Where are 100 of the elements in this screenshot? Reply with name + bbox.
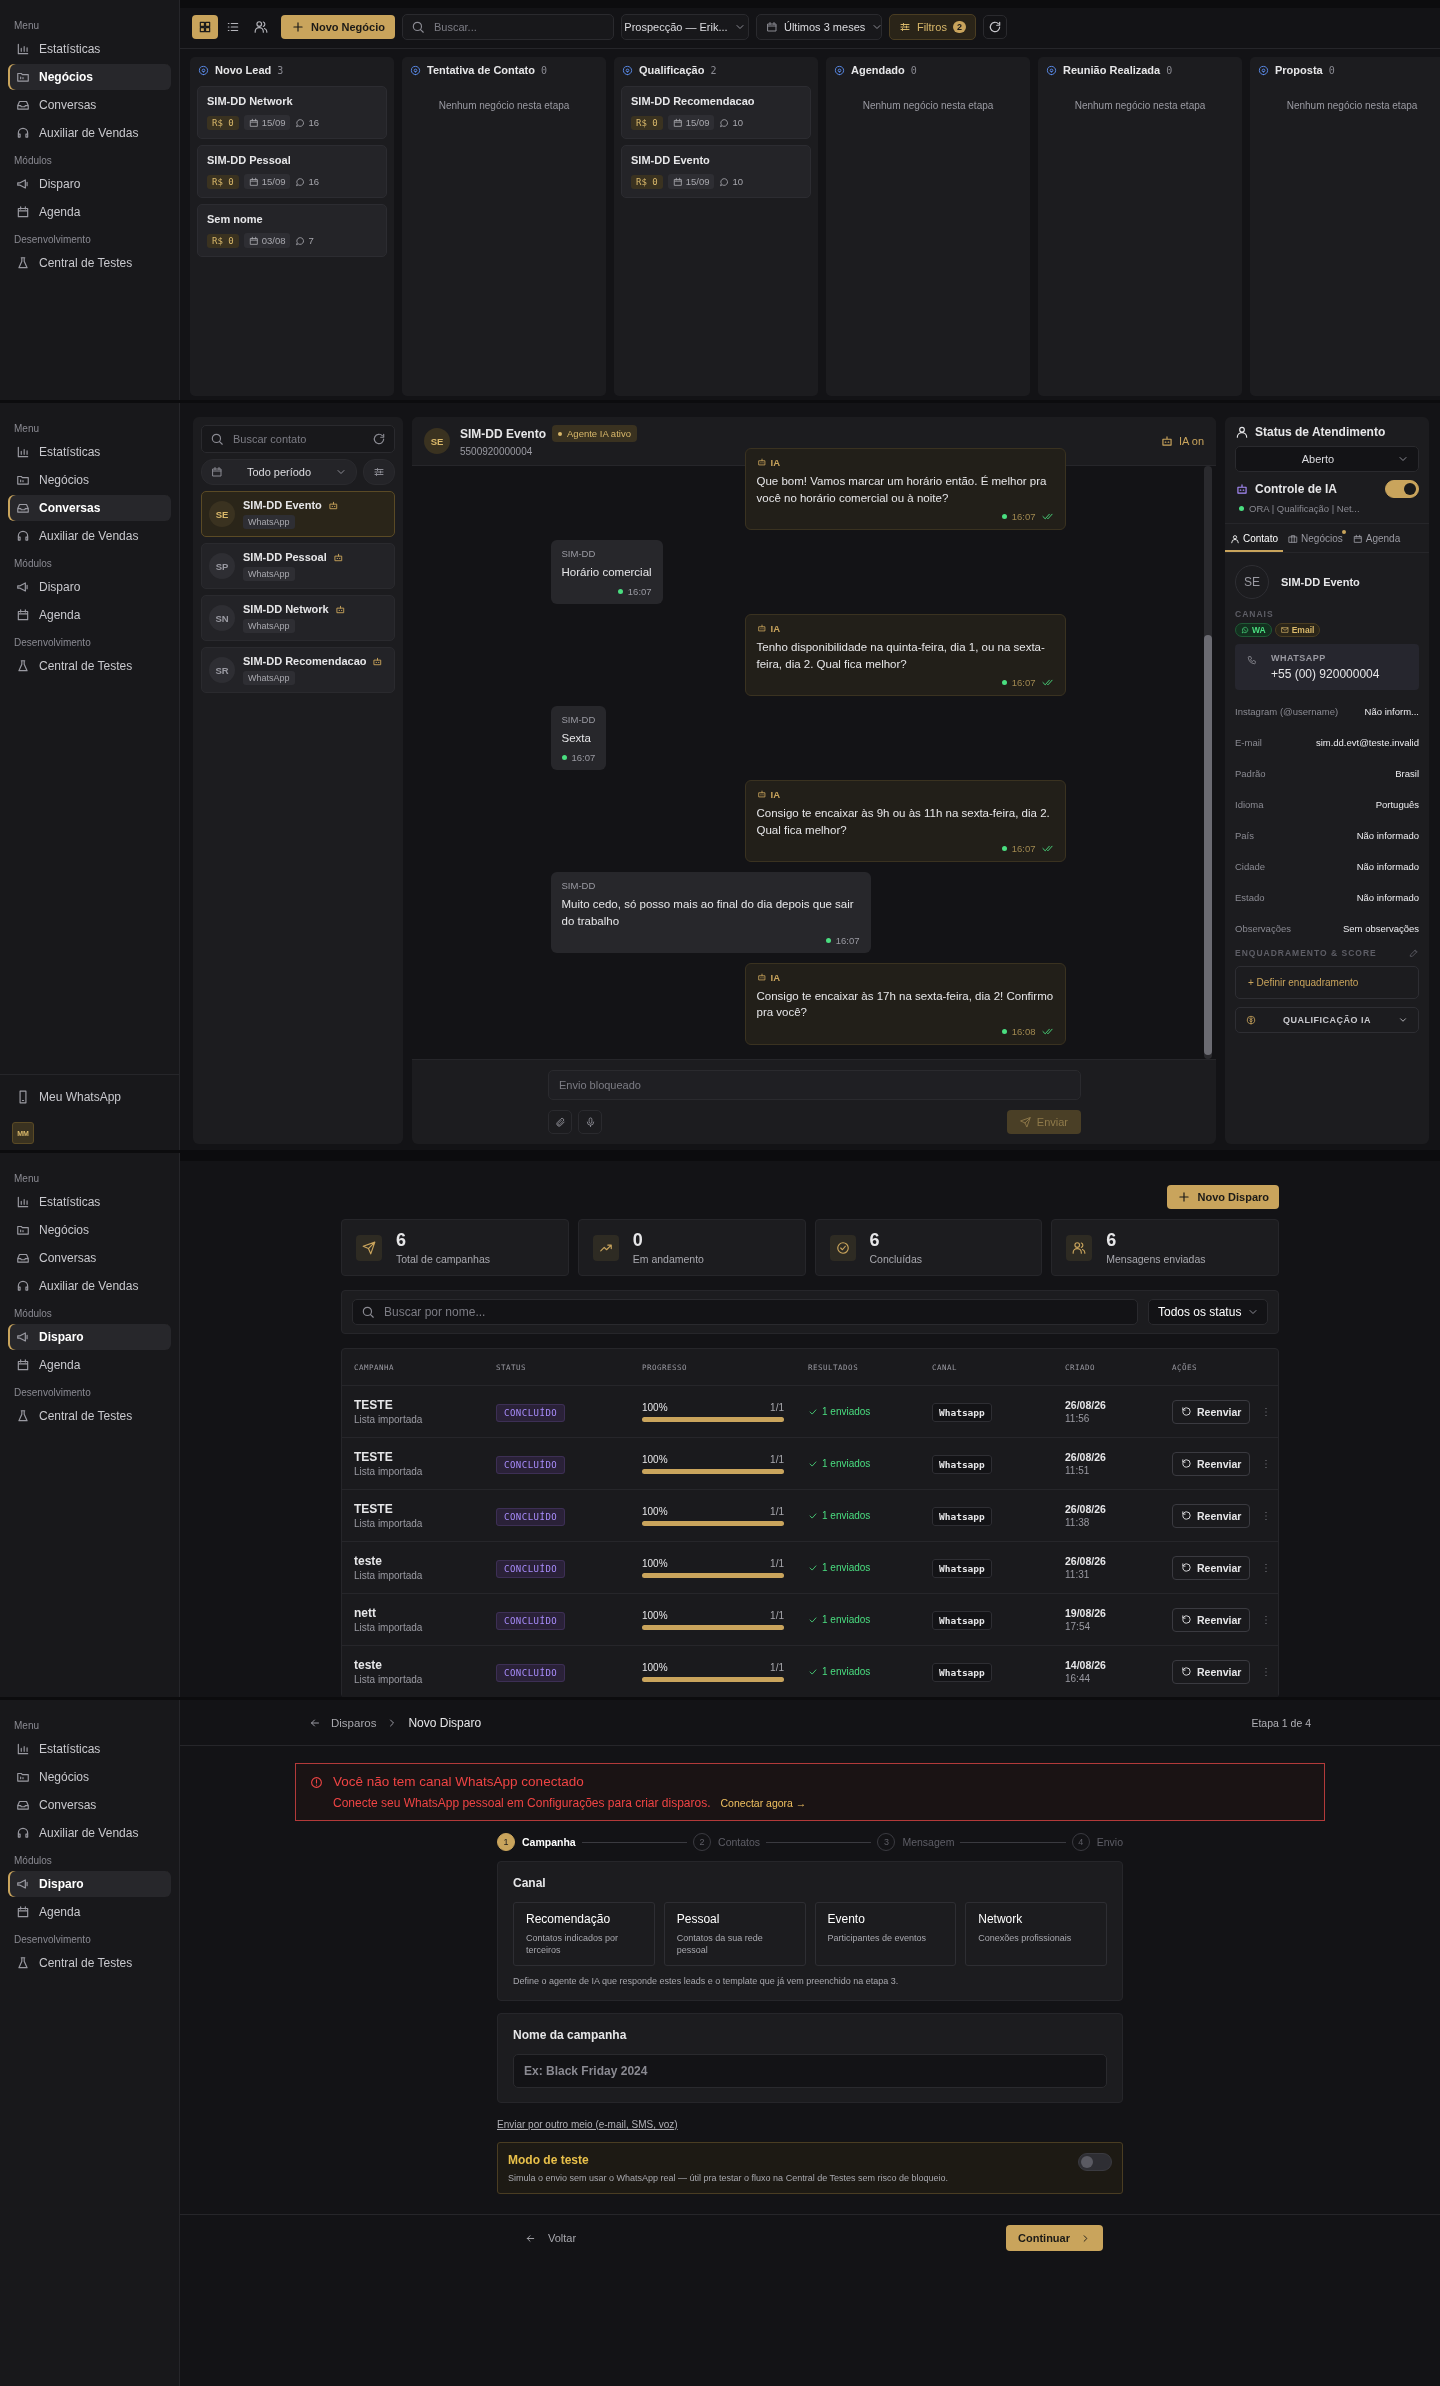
sidebar-item[interactable]: Central de Testes: [8, 653, 171, 679]
filters-button[interactable]: Filtros 2: [888, 14, 976, 40]
sidebar-item[interactable]: Auxiliar de Vendas: [8, 120, 171, 146]
status-dropdown[interactable]: Todos os status: [1148, 1299, 1268, 1325]
campaign-name: TESTE: [354, 1502, 394, 1516]
resend-button[interactable]: Reenviar: [1172, 1607, 1251, 1632]
new-campaign-button[interactable]: Novo Disparo: [1167, 1185, 1279, 1209]
message-count: 16: [308, 117, 320, 128]
sidebar-item[interactable]: Conversas: [8, 1792, 171, 1818]
sidebar-item[interactable]: Negócios: [8, 1217, 171, 1243]
connect-link[interactable]: Conectar agora →: [720, 1797, 807, 1809]
search-field[interactable]: Buscar...: [401, 14, 614, 40]
sidebar-item[interactable]: Auxiliar de Vendas: [8, 1820, 171, 1846]
sidebar-item[interactable]: Estatísticas: [8, 439, 171, 465]
sidebar-item[interactable]: Conversas: [8, 495, 171, 521]
deal-card[interactable]: SIM-DD Recomendacao R$ 0 15/09 10: [621, 86, 811, 139]
sidebar-item[interactable]: Disparo: [8, 574, 171, 600]
sidebar-item[interactable]: Negócios: [8, 64, 171, 90]
resend-button[interactable]: Reenviar: [1172, 1503, 1251, 1528]
sidebar-item[interactable]: Central de Testes: [8, 250, 171, 276]
sidebar-item[interactable]: Disparo: [8, 1324, 171, 1350]
sidebar-item[interactable]: Agenda: [8, 602, 171, 628]
sidebar-item[interactable]: Estatísticas: [8, 1189, 171, 1215]
contact-item[interactable]: SR SIM-DD Recomendacao WhatsApp: [201, 647, 395, 693]
tab[interactable]: Contato: [1225, 524, 1284, 552]
sidebar-item[interactable]: Conversas: [8, 1245, 171, 1271]
edit-icon[interactable]: [1409, 948, 1419, 958]
progress-count: 1/1: [770, 1557, 784, 1569]
table-row[interactable]: teste Lista importada CONCLUÍDO 100% 1/1 1 enviados Whatsapp 14/08/26 16:44 Reenviar: [342, 1645, 1278, 1697]
sidebar-item[interactable]: Negócios: [8, 467, 171, 493]
sidebar-item[interactable]: Meu WhatsApp: [8, 1084, 171, 1110]
period-dropdown[interactable]: Últimos 3 meses: [755, 14, 882, 40]
scrollbar[interactable]: [1204, 466, 1212, 1059]
channel-option[interactable]: Evento Participantes de eventos: [814, 1902, 957, 1966]
channel-tag: WhatsApp: [243, 567, 295, 581]
status-dropdown[interactable]: Aberto: [1235, 446, 1419, 472]
message-time: 16:07: [1011, 843, 1036, 855]
sidebar-item[interactable]: Agenda: [8, 199, 171, 225]
contact-item[interactable]: SP SIM-DD Pessoal WhatsApp: [201, 543, 395, 589]
search-input[interactable]: Buscar contato: [231, 432, 365, 446]
sidebar-item[interactable]: Conversas: [8, 92, 171, 118]
sidebar-item[interactable]: Agenda: [8, 1899, 171, 1925]
sidebar-section-title: Menu: [14, 20, 40, 31]
resend-button[interactable]: Reenviar: [1172, 1659, 1251, 1684]
contact-item[interactable]: SE SIM-DD Evento WhatsApp: [201, 491, 395, 537]
chevron-down-icon: [1398, 1015, 1408, 1025]
sidebar-item[interactable]: Auxiliar de Vendas: [8, 523, 171, 549]
progress-percent: 100%: [642, 1505, 668, 1517]
deal-card[interactable]: SIM-DD Pessoal R$ 0 15/09 16: [197, 145, 387, 198]
resend-button[interactable]: Reenviar: [1172, 1555, 1251, 1580]
refresh-icon[interactable]: [372, 432, 386, 446]
new-deal-button[interactable]: Novo Negócio: [281, 15, 395, 39]
pipeline-dropdown[interactable]: Prospecção — Erik...: [620, 14, 749, 40]
back-button[interactable]: Voltar: [517, 2226, 585, 2250]
tab[interactable]: Agenda: [1347, 524, 1406, 552]
robot-icon: [332, 551, 344, 563]
qualification-section[interactable]: QUALIFICAÇÃO IA: [1235, 1007, 1419, 1033]
search-input[interactable]: Buscar...: [431, 20, 605, 34]
refresh-button[interactable]: [982, 15, 1007, 39]
search-field[interactable]: Buscar por nome...: [352, 1299, 1138, 1325]
contact-item[interactable]: SN SIM-DD Network WhatsApp: [201, 595, 395, 641]
period-dropdown[interactable]: Todo período: [201, 459, 357, 485]
attach-button[interactable]: [548, 1110, 572, 1134]
sidebar-item[interactable]: Disparo: [8, 1871, 171, 1897]
sidebar-item[interactable]: Central de Testes: [8, 1950, 171, 1976]
toggle-switch[interactable]: [1385, 480, 1419, 498]
tab[interactable]: Negócios: [1283, 524, 1348, 552]
sidebar-item[interactable]: Agenda: [8, 1352, 171, 1378]
created-date: 26/08/26: [1065, 1503, 1107, 1515]
sidebar-item[interactable]: Auxiliar de Vendas: [8, 1273, 171, 1299]
breadcrumb-link[interactable]: Disparos: [331, 1716, 377, 1729]
mail-icon: [1280, 626, 1289, 634]
sidebar-item[interactable]: Estatísticas: [8, 36, 171, 62]
alternate-channel-link[interactable]: Enviar por outro meio (e-mail, SMS, voz): [497, 2119, 678, 2130]
resend-button[interactable]: Reenviar: [1172, 1451, 1251, 1476]
sliders-icon: [373, 466, 385, 478]
toggle-switch[interactable]: [1078, 2153, 1112, 2171]
channel-option[interactable]: Network Conexões profissionais: [965, 1902, 1107, 1966]
filter-button[interactable]: [363, 459, 395, 485]
campaign-name-text-input[interactable]: Ex: Black Friday 2024: [522, 2063, 1098, 2079]
resend-button[interactable]: Reenviar: [1172, 1399, 1251, 1424]
channel-option[interactable]: Pessoal Contatos da sua rede pessoal: [663, 1902, 806, 1966]
channel-option[interactable]: Recomendação Contatos indicados por terceiros: [513, 1902, 655, 1966]
continue-button[interactable]: Continuar: [1006, 2225, 1103, 2251]
sidebar-item[interactable]: Central de Testes: [8, 1403, 171, 1429]
search-field[interactable]: Buscar contato: [201, 425, 395, 453]
progress-percent: 100%: [642, 1609, 668, 1621]
microphone-button[interactable]: [578, 1110, 602, 1134]
view-mode-button[interactable]: [192, 15, 218, 39]
back-icon[interactable]: [309, 1716, 321, 1729]
deal-card[interactable]: SIM-DD Evento R$ 0 15/09 10: [621, 145, 811, 198]
sidebar-item[interactable]: Estatísticas: [8, 1736, 171, 1762]
sidebar-item[interactable]: Negócios: [8, 1764, 171, 1790]
sidebar-item[interactable]: Disparo: [8, 171, 171, 197]
deal-card[interactable]: Sem nome R$ 0 03/08 7: [197, 204, 387, 257]
headset-icon: [16, 126, 30, 140]
define-framing-button[interactable]: + Definir enquadramento: [1235, 966, 1419, 999]
campaign-name-input[interactable]: Ex: Black Friday 2024: [513, 2054, 1107, 2088]
deal-card[interactable]: SIM-DD Network R$ 0 15/09 16: [197, 86, 387, 139]
search-input[interactable]: Buscar por nome...: [382, 1304, 1129, 1320]
